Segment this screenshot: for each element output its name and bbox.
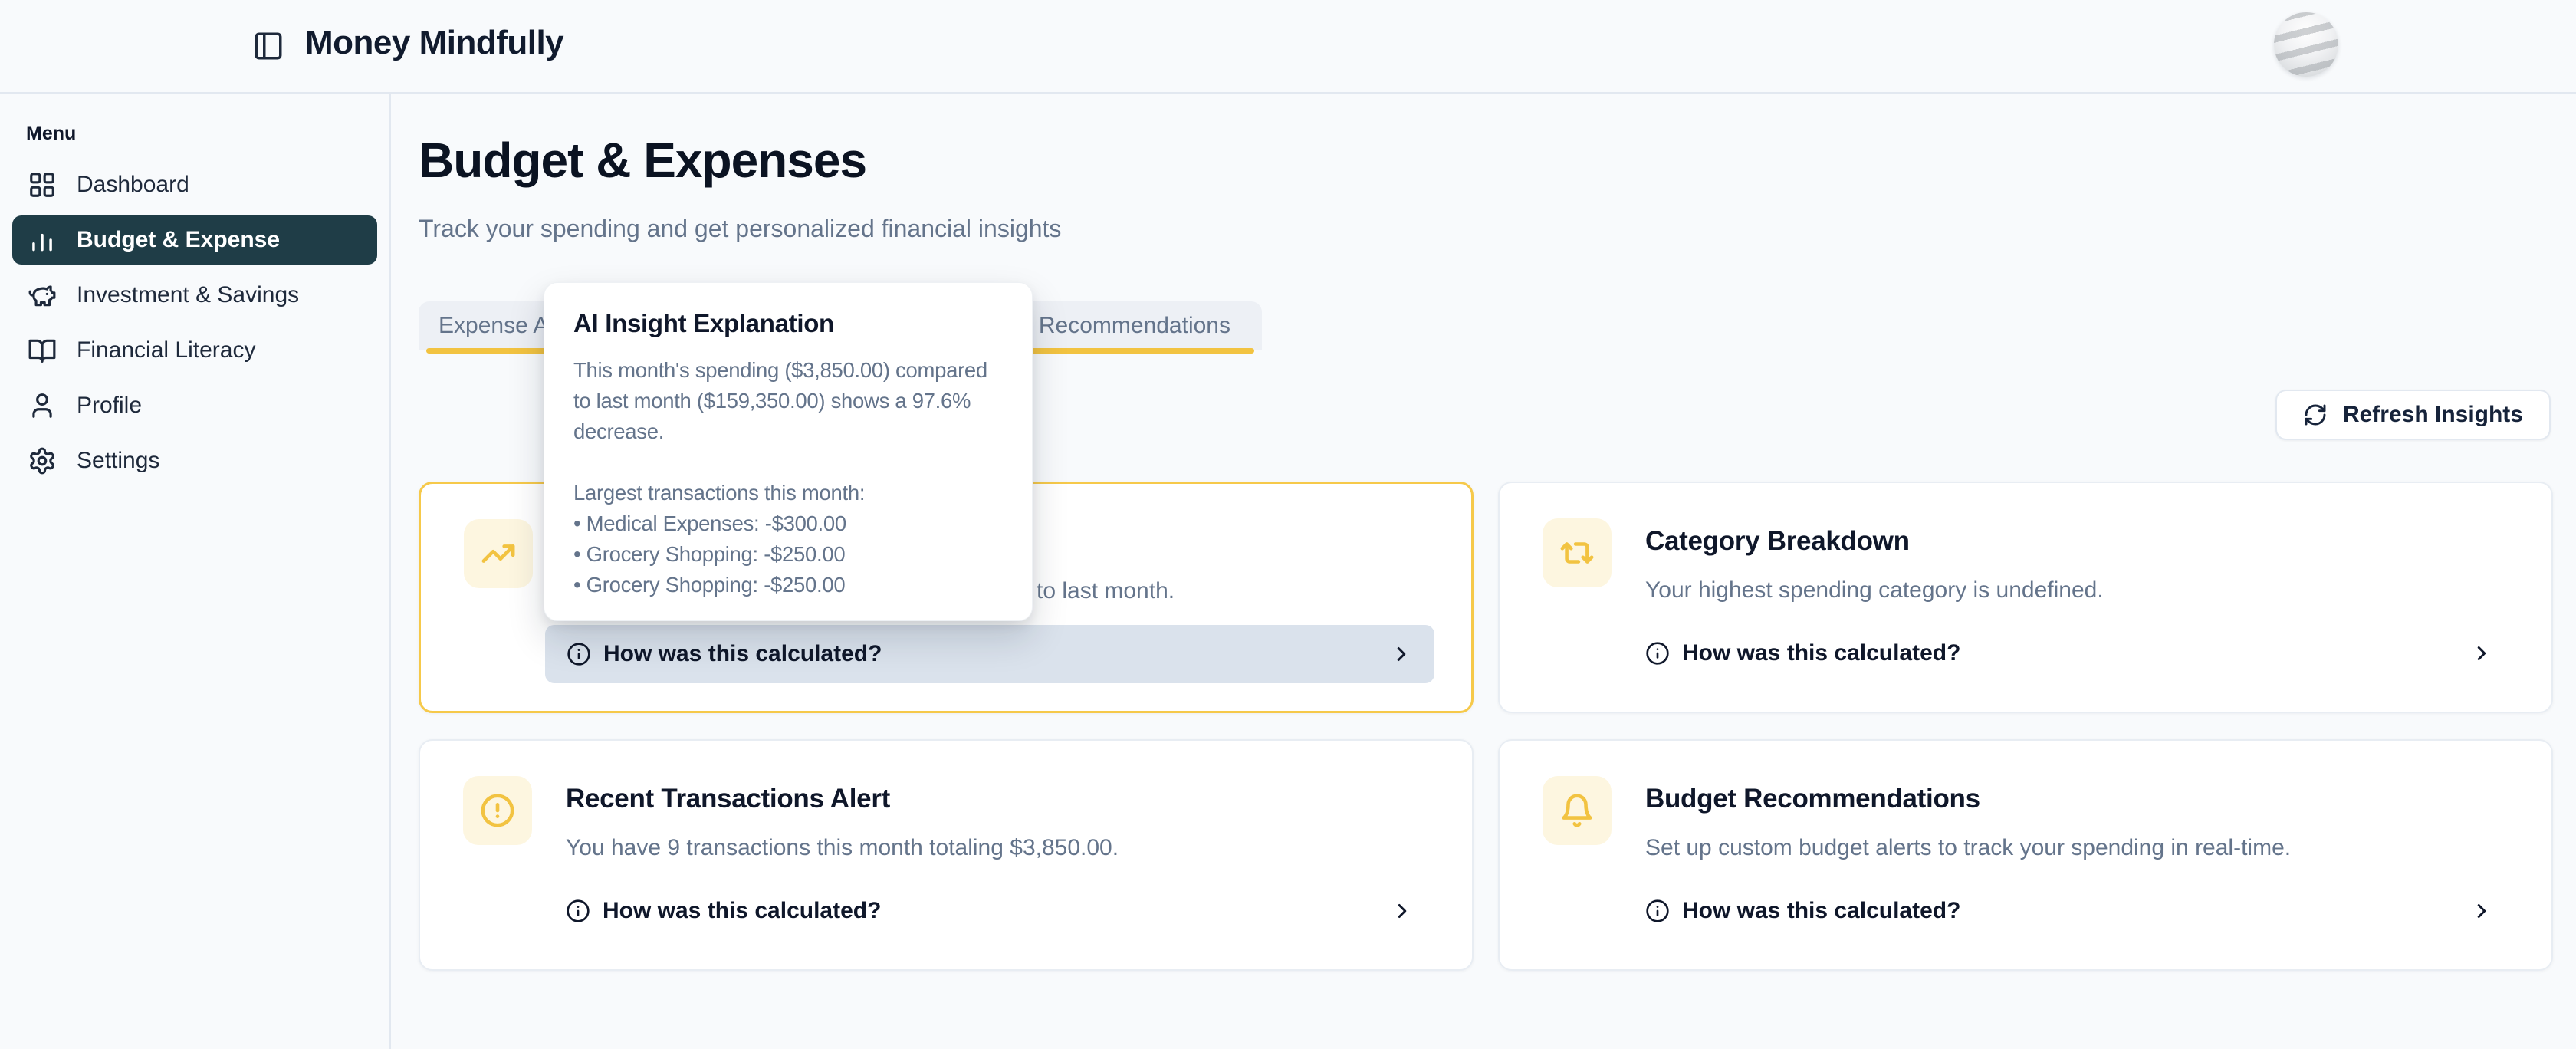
ai-insight-tooltip: AI Insight Explanation This month's spen… bbox=[544, 282, 1033, 621]
sidebar-item-profile[interactable]: Profile bbox=[12, 381, 377, 430]
sidebar-item-label: Financial Literacy bbox=[77, 337, 255, 363]
sidebar-item-settings[interactable]: Settings bbox=[12, 436, 377, 485]
user-icon bbox=[28, 391, 57, 420]
bell-icon-tile bbox=[1543, 776, 1612, 845]
sidebar-toggle-button[interactable] bbox=[250, 28, 287, 64]
sidebar-item-financial-literacy[interactable]: Financial Literacy bbox=[12, 326, 377, 375]
how-calculated-label: How was this calculated? bbox=[603, 898, 881, 924]
how-calculated-label: How was this calculated? bbox=[1682, 898, 1960, 924]
how-calculated-button[interactable]: How was this calculated? bbox=[544, 882, 1435, 940]
card-title: Budget Recommendations bbox=[1645, 784, 2515, 816]
tooltip-body: This month's spending ($3,850.00) compar… bbox=[573, 355, 1003, 600]
app-header: Money Mindfully bbox=[0, 0, 2576, 94]
how-calculated-label: How was this calculated? bbox=[603, 641, 882, 667]
bar-chart-icon bbox=[28, 225, 57, 255]
trending-up-icon bbox=[481, 536, 516, 571]
category-icon-tile bbox=[1543, 518, 1612, 587]
info-icon bbox=[566, 899, 590, 923]
tooltip-title: AI Insight Explanation bbox=[573, 309, 1003, 338]
budget-recommendations-card: Budget Recommendations Set up custom bud… bbox=[1498, 739, 2553, 971]
chevron-right-icon bbox=[1390, 643, 1413, 666]
card-description: Set up custom budget alerts to track you… bbox=[1645, 833, 2515, 863]
info-icon bbox=[1645, 641, 1670, 666]
open-book-icon bbox=[28, 336, 57, 365]
sidebar-item-label: Settings bbox=[77, 448, 159, 474]
how-calculated-button[interactable]: How was this calculated? bbox=[1624, 624, 2515, 682]
chevron-right-icon bbox=[1391, 899, 1414, 922]
card-description: You have 9 transactions this month total… bbox=[566, 833, 1435, 863]
chevron-right-icon bbox=[2470, 642, 2493, 665]
sidebar-item-label: Budget & Expense bbox=[77, 227, 280, 253]
how-calculated-button[interactable]: How was this calculated? bbox=[1624, 882, 2515, 940]
recent-transactions-card: Recent Transactions Alert You have 9 tra… bbox=[419, 739, 1474, 971]
category-breakdown-card: Category Breakdown Your highest spending… bbox=[1498, 482, 2553, 713]
chevron-right-icon bbox=[2470, 899, 2493, 922]
alert-icon-tile bbox=[463, 776, 532, 845]
menu-section-label: Menu bbox=[26, 123, 377, 145]
card-title: Recent Transactions Alert bbox=[566, 784, 1435, 816]
how-calculated-label: How was this calculated? bbox=[1682, 640, 1960, 666]
sidebar-item-label: Investment & Savings bbox=[77, 282, 299, 308]
dashboard-grid-icon bbox=[28, 170, 57, 199]
trend-icon-tile bbox=[464, 519, 533, 588]
bell-icon bbox=[1559, 793, 1595, 828]
repeat-icon bbox=[1559, 535, 1595, 571]
alert-circle-icon bbox=[480, 793, 515, 828]
sidebar-item-dashboard[interactable]: Dashboard bbox=[12, 160, 377, 209]
user-avatar[interactable] bbox=[2274, 12, 2338, 77]
panel-left-icon bbox=[252, 30, 284, 62]
info-icon bbox=[1645, 899, 1670, 923]
page-title: Budget & Expenses bbox=[419, 132, 2576, 189]
card-title: Category Breakdown bbox=[1645, 526, 2515, 558]
sidebar-item-budget-expense[interactable]: Budget & Expense bbox=[12, 215, 377, 265]
app-title: Money Mindfully bbox=[305, 24, 564, 62]
page-subtitle: Track your spending and get personalized… bbox=[419, 215, 2576, 243]
refresh-insights-label: Refresh Insights bbox=[2343, 402, 2523, 428]
piggy-bank-icon bbox=[28, 281, 57, 310]
refresh-insights-button[interactable]: Refresh Insights bbox=[2275, 390, 2551, 440]
info-icon bbox=[567, 642, 591, 666]
sidebar-item-investment-savings[interactable]: Investment & Savings bbox=[12, 271, 377, 320]
how-calculated-button[interactable]: How was this calculated? bbox=[545, 625, 1434, 683]
card-description: Your highest spending category is undefi… bbox=[1645, 575, 2515, 606]
sidebar: Menu Dashboard Budget & Expense Investme… bbox=[0, 94, 391, 1049]
refresh-icon bbox=[2303, 403, 2328, 427]
gear-icon bbox=[28, 446, 57, 475]
sidebar-item-label: Profile bbox=[77, 393, 142, 419]
sidebar-item-label: Dashboard bbox=[77, 172, 189, 198]
